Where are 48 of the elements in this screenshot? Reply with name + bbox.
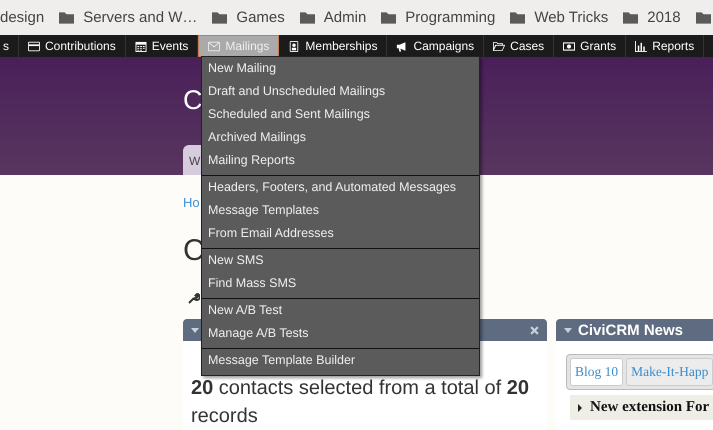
dropdown-item[interactable]: Manage A/B Tests bbox=[202, 322, 309, 345]
dashlet-title: CiviCRM News bbox=[578, 322, 684, 338]
bar-chart-icon bbox=[635, 40, 648, 52]
news-tab[interactable]: Make-It-Happ bbox=[626, 358, 713, 386]
selection-summary: 20 contacts selected from a total of 20 records bbox=[191, 376, 530, 429]
dropdown-item[interactable]: Archived Mailings bbox=[202, 126, 306, 149]
dropdown-item[interactable]: Scheduled and Sent Mailings bbox=[202, 103, 370, 126]
bookmark-folder[interactable]: Games bbox=[212, 9, 285, 26]
folder-icon bbox=[510, 11, 526, 24]
dropdown-item[interactable]: Headers, Footers, and Automated Messages bbox=[202, 176, 456, 199]
envelope-icon bbox=[208, 40, 220, 52]
wrench-icon[interactable] bbox=[188, 292, 200, 304]
news-tab[interactable]: Blog 10 bbox=[570, 358, 624, 386]
dropdown-item[interactable]: Find Mass SMS bbox=[202, 272, 296, 295]
bookmark-folder[interactable]: Web Tricks bbox=[510, 9, 608, 26]
folder-icon bbox=[212, 11, 228, 24]
banknote-icon bbox=[563, 40, 576, 52]
bookmark-folder[interactable]: Programming bbox=[381, 9, 496, 26]
folder-icon bbox=[300, 11, 315, 24]
megaphone-icon bbox=[396, 40, 408, 52]
dropdown-item[interactable]: New Mailing bbox=[202, 57, 276, 80]
bookmark-folder[interactable]: 2018 bbox=[623, 9, 681, 26]
dropdown-item[interactable]: New SMS bbox=[202, 249, 264, 272]
dropdown-item[interactable]: Message Template Builder bbox=[202, 349, 356, 372]
close-icon[interactable] bbox=[530, 326, 539, 334]
news-entry[interactable]: New extension For bbox=[570, 395, 713, 420]
folder-icon bbox=[623, 11, 638, 24]
calendar-icon bbox=[134, 40, 147, 52]
site-title: C bbox=[183, 85, 202, 116]
breadcrumb-link[interactable]: Ho bbox=[183, 195, 200, 210]
bookmark-folder[interactable] bbox=[696, 11, 711, 24]
bookmark-folder[interactable]: Servers and W… bbox=[59, 9, 198, 26]
dropdown-item[interactable]: New A/B Test bbox=[202, 299, 282, 322]
id-badge-icon bbox=[288, 40, 300, 52]
dropdown-item[interactable]: Message Templates bbox=[202, 199, 319, 222]
collapse-triangle-icon[interactable] bbox=[564, 328, 572, 332]
folder-icon bbox=[381, 11, 396, 24]
bookmark-folder[interactable]: design bbox=[0, 9, 44, 26]
folder-icon bbox=[493, 40, 506, 52]
folder-icon bbox=[59, 11, 74, 24]
expand-triangle-icon bbox=[578, 404, 582, 412]
dropdown-item[interactable]: Draft and Unscheduled Mailings bbox=[202, 80, 386, 103]
folder-icon bbox=[696, 11, 711, 24]
dropdown-item[interactable]: From Email Addresses bbox=[202, 222, 334, 245]
collapse-triangle-icon[interactable] bbox=[191, 328, 199, 332]
credit-card-icon bbox=[28, 40, 40, 52]
bookmark-folder[interactable]: Admin bbox=[300, 9, 366, 26]
dropdown-item[interactable]: Mailing Reports bbox=[202, 149, 295, 172]
